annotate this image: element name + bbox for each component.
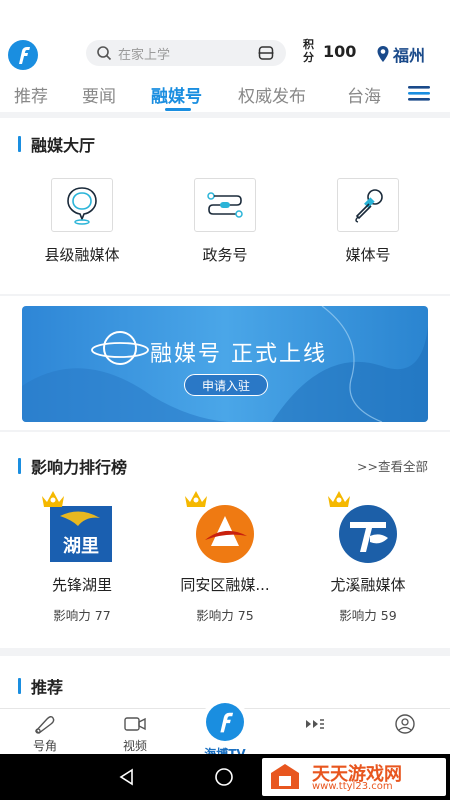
nav-label: 视频 (122, 739, 147, 753)
watermark-url: www.ttyl23.com (312, 781, 393, 792)
nav-item-video[interactable]: 视频 (90, 713, 180, 754)
section-title-hall: 融媒大厅 (18, 132, 95, 156)
scan-icon[interactable] (258, 45, 274, 61)
section-title-ranking: 影响力排行榜 (18, 454, 127, 478)
rank-item-name: 同安区融媒... (180, 576, 270, 594)
crown-icon (42, 491, 64, 507)
tab-rongmeihao[interactable]: 融媒号 (151, 82, 202, 107)
svg-text:湖里: 湖里 (63, 536, 99, 557)
tab-headlines[interactable]: 要闻 (82, 82, 116, 107)
media-hall-section: 融媒大厅 县级融媒体 政务号 媒体号 (0, 118, 450, 294)
points-label: 积分 (303, 38, 314, 64)
crown-icon (328, 491, 350, 507)
nav-item-haojiao[interactable]: 号角 (0, 713, 90, 754)
banner-title: 融媒号 正式上线 (150, 342, 327, 367)
search-icon (97, 46, 112, 61)
search-placeholder: 在家上学 (118, 47, 171, 63)
youxi-logo (328, 491, 400, 564)
hall-item-county-media[interactable]: 县级融媒体 (12, 178, 152, 265)
rank-item-name: 先锋湖里 (51, 576, 112, 594)
live-icon (306, 719, 324, 729)
hall-item-media[interactable]: 媒体号 (298, 178, 438, 265)
rank-item-tongan[interactable]: 同安区融媒... 影响力 75 (155, 491, 295, 624)
view-all-link[interactable]: >>查看全部 (357, 456, 428, 475)
app-logo-icon[interactable] (8, 40, 38, 70)
connection-icon (194, 178, 256, 232)
xianfeng-huli-logo: 湖里 (42, 491, 114, 564)
back-icon[interactable] (118, 768, 136, 786)
tab-taihai[interactable]: 台海 (347, 82, 381, 107)
hall-item-label: 媒体号 (345, 246, 391, 264)
hall-item-label: 政务号 (202, 246, 248, 264)
rank-item-xianfeng-huli[interactable]: 湖里 先锋湖里 影响力 77 (12, 491, 152, 624)
influence-ranking-section: 影响力排行榜 >>查看全部 湖里 先锋湖里 影响力 77 同安区融媒... 影响… (0, 432, 450, 648)
crown-icon (185, 491, 207, 507)
tab-official-release[interactable]: 权威发布 (238, 82, 306, 107)
site-watermark: 天天游戏网 www.ttyl23.com (262, 758, 446, 796)
hall-item-label: 县级融媒体 (44, 246, 120, 264)
top-header: 在家上学 积分 100 福州 推荐 要闻 融媒号 权威发布 台海 (0, 0, 450, 112)
menu-icon[interactable] (408, 84, 430, 102)
location-pin-icon (51, 178, 113, 232)
rank-item-youxi[interactable]: 尤溪融媒体 影响力 59 (298, 491, 438, 624)
tab-recommend[interactable]: 推荐 (14, 82, 48, 107)
nav-label: 号角 (32, 739, 57, 753)
category-tabs: 推荐 要闻 融媒号 权威发布 台海 (0, 82, 450, 112)
rank-item-score: 影响力 77 (53, 608, 111, 623)
location-text: 福州 (393, 46, 426, 65)
rank-item-score: 影响力 59 (339, 608, 397, 623)
points-display[interactable]: 积分 100 (303, 38, 356, 64)
location-selector[interactable]: 福州 (376, 42, 425, 66)
haibo-logo-icon (206, 703, 244, 741)
points-value: 100 (323, 41, 357, 61)
microphone-icon (337, 178, 399, 232)
nav-item-profile[interactable] (360, 713, 450, 735)
location-pin-icon (377, 46, 389, 62)
tongan-logo (185, 491, 257, 564)
nav-item-haibo-tv[interactable]: 海博TV (196, 701, 254, 761)
video-icon (124, 717, 146, 731)
home-icon[interactable] (214, 767, 234, 787)
watermark-logo-icon (271, 764, 299, 789)
active-tab-indicator (165, 108, 191, 111)
nav-item-live[interactable] (270, 713, 360, 735)
rank-item-score: 影响力 75 (196, 608, 254, 623)
search-bar[interactable]: 在家上学 (86, 40, 286, 66)
rank-item-name: 尤溪融媒体 (330, 576, 406, 594)
app-page: 在家上学 积分 100 福州 推荐 要闻 融媒号 权威发布 台海 融媒大厅 县级… (0, 0, 450, 800)
horn-icon (34, 716, 55, 734)
rongmeihao-launch-banner[interactable]: 融媒号 正式上线 申请入驻 (22, 306, 428, 422)
hall-item-government[interactable]: 政务号 (155, 178, 295, 265)
profile-icon (395, 714, 415, 734)
bottom-navigation: 号角 视频 海博TV (0, 701, 450, 761)
section-title-recommend: 推荐 (18, 674, 63, 698)
apply-join-button[interactable]: 申请入驻 (184, 374, 268, 396)
